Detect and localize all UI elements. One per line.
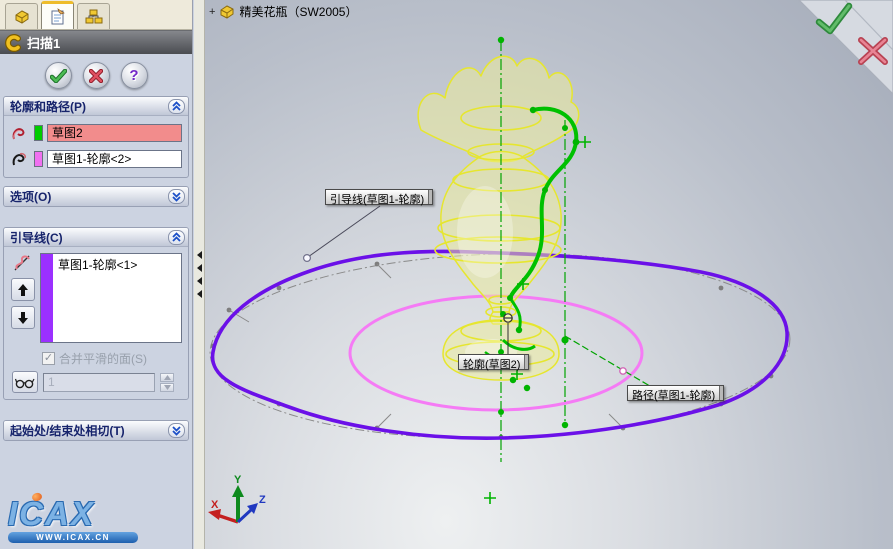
section-profile-and-path-header[interactable]: 轮廓和路径(P) [4, 97, 188, 116]
callout-handle [428, 190, 433, 204]
path-color-swatch [34, 151, 43, 167]
property-manager-panel: 扫描1 ? 轮廓和路径(P) 草图2 草图1-轮廓<2> 选项(O) 引导线(C… [0, 0, 193, 549]
arrow-up-icon [18, 283, 28, 296]
collapse-left-icon [196, 264, 202, 272]
part-icon [15, 9, 28, 24]
callout-text: 轮廓(草图2) [463, 359, 521, 371]
guide-curve-icon [14, 255, 30, 271]
collapse-left-icon [196, 290, 202, 298]
triad-z-label: Z [259, 494, 266, 506]
collapse-chevron-up-icon[interactable] [168, 229, 185, 245]
collapse-left-icon [196, 251, 202, 259]
icax-logo: ICAX [8, 495, 95, 532]
tree-expand-glyph[interactable]: + [209, 6, 215, 18]
glasses-icon [15, 378, 35, 388]
section-title: 轮廓和路径(P) [10, 99, 86, 114]
callout-text: 引导线(草图1-轮廓) [330, 194, 425, 206]
path-sketch-icon [12, 152, 26, 166]
solidworks-window: 扫描1 ? 轮廓和路径(P) 草图2 草图1-轮廓<2> 选项(O) 引导线(C… [0, 0, 893, 549]
feature-tree-node[interactable]: + 精美花瓶（SW2005） [209, 3, 357, 20]
triad-x-label: X [211, 499, 219, 511]
section-options: 选项(O) [3, 186, 189, 207]
path-selection-field[interactable]: 草图1-轮廓<2> [47, 150, 182, 168]
panel-tab-bar [0, 0, 192, 30]
callout-profile[interactable]: 轮廓(草图2) [458, 354, 530, 371]
checkbox-checked-disabled[interactable]: ✓ [42, 352, 55, 365]
checkbox-label: 合并平滑的面(S) [59, 352, 147, 366]
show-sections-button[interactable] [12, 371, 38, 393]
section-tangency-header[interactable]: 起始处/结束处相切(T) [4, 421, 188, 440]
corner-cancel-button[interactable] [855, 36, 891, 66]
check-icon [49, 68, 67, 83]
corner-check-icon [815, 2, 853, 35]
spinner-up-icon[interactable] [160, 372, 174, 382]
triad-y-label: Y [234, 474, 242, 486]
expand-chevron-down-icon[interactable] [168, 423, 185, 438]
icax-url-banner: WWW.ICAX.CN [8, 532, 138, 543]
callout-handle [719, 386, 724, 400]
icax-watermark: ICAX WWW.ICAX.CN [8, 491, 138, 543]
callout-handle [524, 355, 529, 369]
section-number-spinner [160, 372, 174, 392]
profile-selection-field[interactable]: 草图2 [47, 124, 182, 142]
vase-model[interactable] [417, 55, 580, 381]
question-icon: ? [129, 67, 139, 84]
corner-ok-button[interactable] [813, 2, 853, 36]
profile-sketch-icon [12, 128, 25, 140]
corner-x-icon [858, 37, 888, 65]
property-sheet-icon [51, 8, 65, 25]
ok-button[interactable] [44, 62, 72, 89]
collapse-chevron-up-icon[interactable] [168, 98, 185, 114]
move-down-button[interactable] [11, 306, 35, 329]
panel-splitter[interactable] [194, 0, 205, 549]
property-panel-header: 扫描1 [0, 30, 192, 54]
sweep-feature-icon [5, 33, 21, 52]
panel-body: ? 轮廓和路径(P) 草图2 草图1-轮廓<2> 选项(O) 引导线(C) 草图… [0, 54, 192, 441]
section-number-input[interactable] [43, 372, 155, 392]
show-sections-row [12, 371, 182, 393]
section-guide-curves-header[interactable]: 引导线(C) [4, 228, 188, 247]
path-selection-row: 草图1-轮廓<2> [10, 149, 182, 169]
section-title: 引导线(C) [10, 230, 63, 245]
section-title: 选项(O) [10, 190, 52, 204]
cancel-button[interactable] [82, 62, 110, 89]
configuration-icon [85, 9, 102, 23]
arrow-down-icon [18, 311, 28, 324]
graphics-viewport[interactable]: X Y Z + 精美花瓶（SW2005） 引导线(草图1-轮廓) 轮廓(草图2)… [205, 0, 893, 549]
profile-selection-row: 草图2 [10, 123, 182, 143]
x-icon [89, 68, 103, 83]
section-options-header[interactable]: 选项(O) [4, 187, 188, 206]
tab-property-manager[interactable] [41, 1, 74, 29]
help-button[interactable]: ? [120, 62, 148, 89]
guide-curve-color-swatch [41, 254, 53, 342]
callout-guide-curve[interactable]: 引导线(草图1-轮廓) [325, 189, 434, 206]
section-guide-curves: 引导线(C) 草图1-轮廓<1> ✓ 合并平滑的面(S) 1 [3, 227, 189, 400]
move-up-button[interactable] [11, 278, 35, 301]
guide-curve-list-item[interactable]: 草图1-轮廓<1> [53, 254, 137, 342]
callout-text: 路径(草图1-轮廓) [632, 390, 716, 402]
orientation-triad: X Y Z [208, 474, 266, 524]
tab-configuration-manager[interactable] [77, 3, 110, 29]
collapse-left-icon [196, 277, 202, 285]
callout-path[interactable]: 路径(草图1-轮廓) [627, 385, 725, 402]
tab-feature-manager[interactable] [5, 3, 38, 29]
expand-chevron-down-icon[interactable] [168, 189, 185, 204]
panel-title: 扫描1 [27, 36, 61, 51]
section-profile-and-path: 轮廓和路径(P) 草图2 草图1-轮廓<2> [3, 96, 189, 178]
spinner-down-icon[interactable] [160, 382, 174, 392]
guide-curves-list[interactable]: 草图1-轮廓<1> [40, 253, 182, 343]
tree-node-label[interactable]: 精美花瓶（SW2005） [239, 3, 357, 20]
merge-smooth-faces-row: ✓ 合并平滑的面(S) [42, 350, 182, 367]
profile-color-swatch [34, 125, 43, 141]
section-title: 起始处/结束处相切(T) [10, 424, 125, 438]
part-icon [220, 4, 234, 19]
confirm-button-row: ? [0, 54, 192, 96]
section-start-end-tangency: 起始处/结束处相切(T) [3, 420, 189, 441]
